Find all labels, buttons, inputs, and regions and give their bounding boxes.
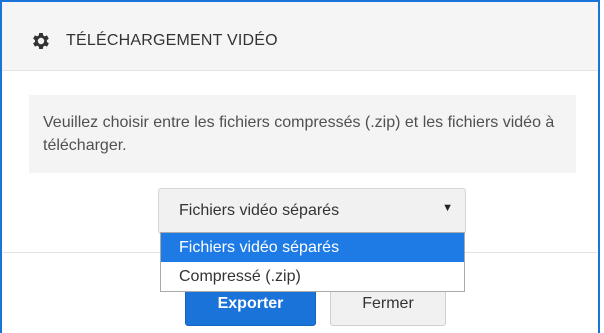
instruction-message: Veuillez choisir entre les fichiers comp… (29, 95, 576, 173)
select-options-list: Fichiers vidéo séparés Compressé (.zip) (160, 232, 465, 292)
dialog-title: TÉLÉCHARGEMENT VIDÉO (66, 32, 278, 49)
option-zip[interactable]: Compressé (.zip) (161, 262, 464, 291)
download-type-select[interactable]: Fichiers vidéo séparés ▼ (158, 188, 466, 234)
video-download-dialog: TÉLÉCHARGEMENT VIDÉO Veuillez choisir en… (0, 0, 600, 333)
gear-icon (30, 30, 52, 52)
dialog-header: TÉLÉCHARGEMENT VIDÉO (2, 2, 598, 71)
option-separate-videos[interactable]: Fichiers vidéo séparés (161, 233, 464, 262)
select-value: Fichiers vidéo séparés (179, 202, 340, 219)
chevron-down-icon: ▼ (442, 202, 453, 214)
